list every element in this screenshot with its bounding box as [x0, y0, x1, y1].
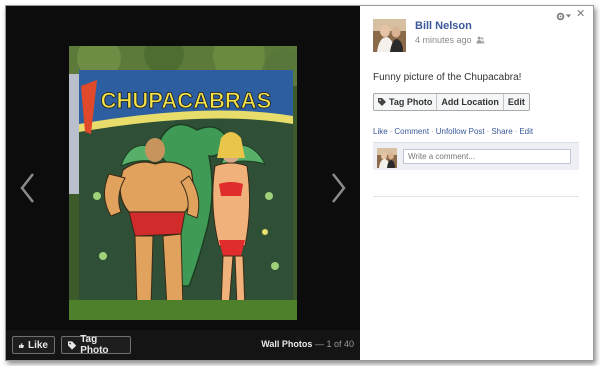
tag-photo-action-label: Tag Photo	[389, 97, 433, 107]
chevron-left-icon	[20, 173, 34, 203]
edit-label: Edit	[507, 97, 525, 107]
tag-icon	[68, 340, 77, 350]
comment-composer	[373, 142, 579, 170]
photo-toolbar: Like Tag Photo Wall Photos — 1 of 40	[6, 330, 360, 360]
photo[interactable]: CHUPACABRAS	[69, 46, 297, 320]
album-name-link[interactable]: Wall Photos	[261, 339, 312, 349]
album-info: Wall Photos — 1 of 40	[261, 339, 354, 349]
like-link[interactable]: Like	[373, 127, 388, 136]
photo-details-panel: ✕ Bill Nelson 4 minutes ago Funny pictur…	[360, 6, 593, 360]
tag-icon	[378, 98, 386, 106]
post-links: Like · Comment · Unfollow Post · Share · Edit	[373, 127, 533, 136]
edit-button[interactable]: Edit	[504, 94, 529, 110]
photo-caption: Funny picture of the Chupacabra!	[373, 72, 522, 83]
tag-photo-label: Tag Photo	[80, 334, 109, 356]
author-photo	[373, 19, 406, 52]
add-location-label: Add Location	[441, 97, 499, 107]
chevron-right-icon	[332, 173, 346, 203]
author-avatar[interactable]	[373, 19, 406, 52]
sign-text: CHUPACABRAS	[101, 88, 272, 113]
chupacabra-cutout-image: CHUPACABRAS	[69, 46, 297, 320]
chevron-down-icon	[566, 14, 571, 18]
thumbs-up-icon	[19, 342, 24, 348]
comment-link[interactable]: Comment	[394, 127, 429, 136]
add-location-button[interactable]: Add Location	[437, 94, 504, 110]
timestamp-link[interactable]: 4 minutes ago	[415, 35, 472, 45]
divider	[373, 196, 579, 197]
like-label: Like	[27, 339, 48, 351]
share-link[interactable]: Share	[491, 127, 512, 136]
like-button[interactable]: Like	[12, 336, 55, 354]
album-separator: —	[314, 339, 324, 349]
tag-photo-action-button[interactable]: Tag Photo	[374, 94, 438, 110]
photo-viewer: CHUPACABRAS Like Tag Photo Wall Photos —…	[5, 5, 594, 361]
options-menu-button[interactable]	[556, 10, 572, 22]
unfollow-post-link[interactable]: Unfollow Post	[436, 127, 485, 136]
gear-icon	[556, 12, 565, 20]
viewer-avatar	[377, 148, 397, 168]
author-name-link[interactable]: Bill Nelson	[415, 20, 472, 32]
close-icon[interactable]: ✕	[576, 8, 586, 19]
photo-position: 1 of 40	[326, 339, 354, 349]
photo-stage: CHUPACABRAS Like Tag Photo Wall Photos —…	[6, 6, 360, 360]
photo-actions: Tag Photo Add Location Edit	[373, 93, 530, 111]
privacy-friends-icon[interactable]	[476, 36, 485, 44]
tag-photo-button[interactable]: Tag Photo	[61, 334, 131, 356]
next-photo-button[interactable]	[328, 171, 348, 205]
link-separator: ·	[431, 127, 434, 136]
viewer-photo	[377, 148, 397, 168]
post-meta: 4 minutes ago	[415, 35, 485, 45]
previous-photo-button[interactable]	[18, 171, 38, 205]
comment-input[interactable]	[403, 149, 571, 164]
edit-link[interactable]: Edit	[519, 127, 533, 136]
